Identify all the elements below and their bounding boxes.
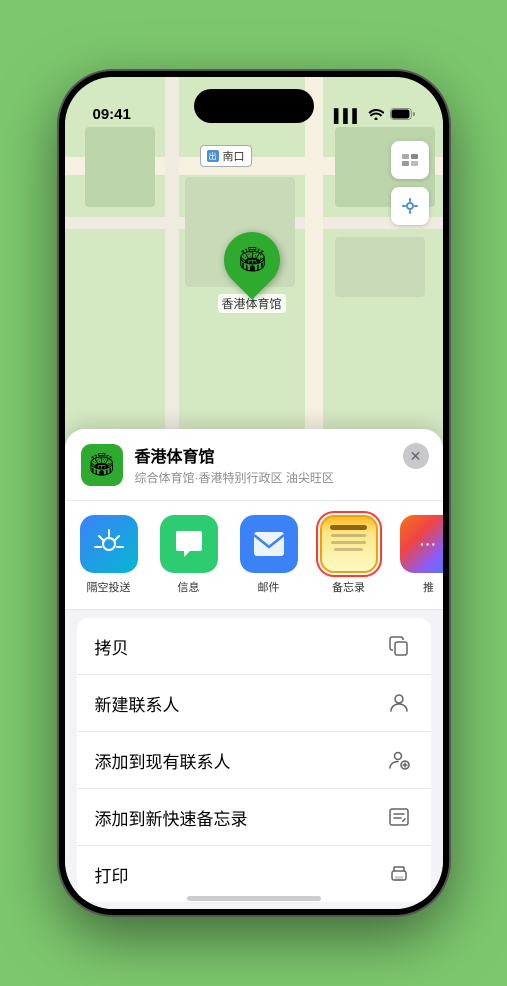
action-add-quick-note[interactable]: 添加到新快速备忘录	[77, 789, 431, 846]
share-app-more[interactable]: ··· 推	[393, 515, 443, 595]
messages-icon	[160, 515, 218, 573]
dynamic-island	[194, 89, 314, 123]
add-quick-note-icon	[385, 803, 413, 831]
messages-label: 信息	[178, 579, 200, 595]
battery-icon	[390, 108, 415, 123]
close-icon: ✕	[410, 448, 422, 465]
mail-label: 邮件	[258, 579, 280, 595]
action-print[interactable]: 打印	[77, 846, 431, 902]
action-add-existing-contact[interactable]: 添加到现有联系人	[77, 732, 431, 789]
bottom-sheet: 🏟 香港体育馆 综合体育馆·香港特别行政区 油尖旺区 ✕	[65, 429, 443, 909]
notes-icon-inner	[322, 517, 376, 571]
share-apps-row: 隔空投送 信息	[65, 501, 443, 610]
location-header: 🏟 香港体育馆 综合体育馆·香港特别行政区 油尖旺区 ✕	[65, 429, 443, 501]
airdrop-label: 隔空投送	[87, 579, 131, 595]
airdrop-icon	[80, 515, 138, 573]
phone-screen: 09:41 ▌▌▌	[65, 77, 443, 909]
phone-frame: 09:41 ▌▌▌	[59, 71, 449, 915]
share-app-mail[interactable]: 邮件	[233, 515, 305, 595]
wifi-icon	[368, 108, 384, 123]
action-copy[interactable]: 拷贝	[77, 618, 431, 675]
location-info: 香港体育馆 综合体育馆·香港特别行政区 油尖旺区	[135, 443, 427, 486]
location-name: 香港体育馆	[135, 443, 427, 467]
add-existing-contact-icon	[385, 746, 413, 774]
status-icons: ▌▌▌	[334, 108, 415, 123]
location-icon: 🏟	[81, 444, 123, 486]
share-app-airdrop[interactable]: 隔空投送	[73, 515, 145, 595]
more-label: 推	[423, 579, 434, 595]
map-label-icon: 出	[207, 150, 219, 162]
map-type-button[interactable]	[391, 141, 429, 179]
map-label-text: 南口	[223, 148, 245, 164]
close-button[interactable]: ✕	[403, 443, 429, 469]
share-app-messages[interactable]: 信息	[153, 515, 225, 595]
action-copy-label: 拷贝	[95, 634, 129, 659]
action-print-label: 打印	[95, 862, 129, 887]
signal-icon: ▌▌▌	[334, 108, 362, 123]
pin-icon: 🏟	[236, 246, 266, 275]
location-button[interactable]	[391, 187, 429, 225]
pin-circle: 🏟	[212, 220, 291, 299]
action-add-existing-label: 添加到现有联系人	[95, 748, 231, 773]
action-list: 拷贝 新建联系人	[77, 618, 431, 902]
map-label: 出 南口	[200, 145, 252, 167]
action-add-quick-note-label: 添加到新快速备忘录	[95, 805, 248, 830]
notes-icon	[320, 515, 378, 573]
map-controls	[391, 141, 429, 233]
share-app-notes[interactable]: 备忘录	[313, 515, 385, 595]
copy-icon	[385, 632, 413, 660]
location-sub: 综合体育馆·香港特别行政区 油尖旺区	[135, 469, 427, 486]
mail-icon	[240, 515, 298, 573]
new-contact-icon	[385, 689, 413, 717]
more-icon: ···	[400, 515, 443, 573]
action-new-contact[interactable]: 新建联系人	[77, 675, 431, 732]
home-indicator	[187, 896, 321, 901]
status-time: 09:41	[93, 106, 131, 123]
notes-label: 备忘录	[332, 579, 365, 595]
map-pin[interactable]: 🏟 香港体育馆	[218, 232, 286, 313]
print-icon	[385, 860, 413, 888]
action-new-contact-label: 新建联系人	[95, 691, 180, 716]
